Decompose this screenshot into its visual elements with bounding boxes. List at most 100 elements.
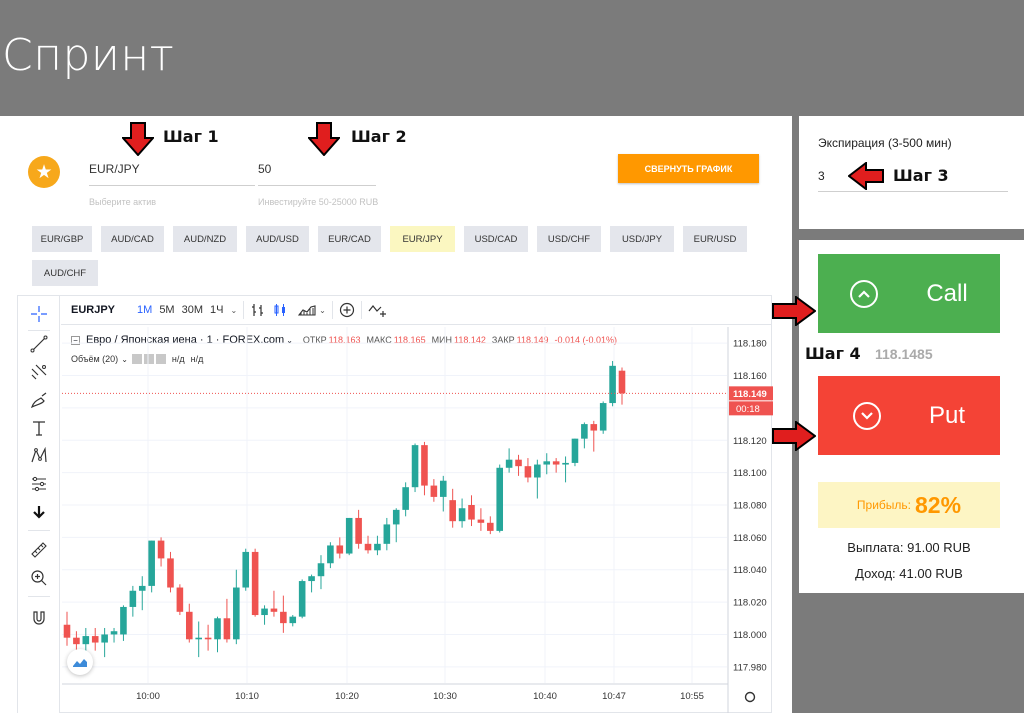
- candle-body[interactable]: [468, 505, 475, 520]
- income-text: Доход: 41.00 RUB: [855, 566, 963, 581]
- last-price-label: 118.149: [733, 389, 767, 400]
- candle-body[interactable]: [590, 424, 598, 431]
- candle-body[interactable]: [496, 467, 504, 531]
- candle-body[interactable]: [233, 587, 240, 640]
- candle-body[interactable]: [73, 637, 80, 645]
- candle-body[interactable]: [552, 461, 560, 465]
- x-tick-label: 10:55: [680, 691, 704, 702]
- candle-body[interactable]: [364, 543, 372, 551]
- candle-body[interactable]: [148, 540, 155, 586]
- candle-body[interactable]: [345, 517, 353, 554]
- candle-body[interactable]: [618, 370, 626, 394]
- candle-body[interactable]: [449, 500, 456, 522]
- candle-body[interactable]: [289, 616, 297, 624]
- candle-body[interactable]: [280, 611, 287, 624]
- candle-body[interactable]: [308, 576, 315, 582]
- candle-body[interactable]: [430, 485, 438, 497]
- candle-body[interactable]: [599, 403, 607, 431]
- candle-body[interactable]: [251, 551, 259, 616]
- x-tick-label: 10:40: [533, 691, 557, 702]
- y-tick-label: 118.160: [733, 371, 767, 382]
- candle-body[interactable]: [214, 618, 221, 640]
- candle-body[interactable]: [505, 459, 513, 468]
- candle-body[interactable]: [355, 517, 362, 544]
- candle-body[interactable]: [543, 461, 551, 465]
- candle-body[interactable]: [581, 424, 588, 439]
- candle-body[interactable]: [138, 585, 146, 591]
- price-chart[interactable]: 118.180118.160118.140118.120118.100118.0…: [0, 0, 1024, 713]
- candle-body[interactable]: [91, 636, 99, 643]
- y-tick-label: 118.000: [733, 630, 767, 641]
- candle-body[interactable]: [562, 462, 569, 465]
- candle-body[interactable]: [157, 540, 165, 559]
- candle-body[interactable]: [298, 581, 306, 617]
- candle-body[interactable]: [487, 522, 494, 531]
- candle-body[interactable]: [261, 608, 268, 616]
- put-button[interactable]: Put: [818, 376, 1000, 455]
- candle-body[interactable]: [383, 524, 391, 544]
- expiry-label: Экспирация (3-500 мин): [818, 136, 952, 150]
- y-tick-label: 118.080: [733, 501, 767, 512]
- y-tick-label: 117.980: [733, 662, 767, 673]
- candle-body[interactable]: [421, 445, 428, 486]
- candle-body[interactable]: [477, 519, 485, 523]
- tradingview-logo-icon[interactable]: [67, 649, 93, 675]
- candle-body[interactable]: [63, 624, 71, 638]
- call-label: Call: [926, 279, 968, 307]
- step4-label: Шаг 4: [805, 344, 861, 363]
- candle-body[interactable]: [439, 480, 447, 497]
- x-tick-label: 10:10: [235, 691, 259, 702]
- candle-body[interactable]: [129, 590, 137, 607]
- candle-body[interactable]: [609, 365, 616, 404]
- chevron-down-icon: [852, 401, 881, 430]
- step3-label: Шаг 3: [893, 166, 949, 185]
- x-tick-label: 10:47: [602, 691, 626, 702]
- profit-value: 82%: [915, 491, 962, 518]
- x-tick-label: 10:30: [433, 691, 457, 702]
- candle-body[interactable]: [185, 611, 193, 640]
- candle-body[interactable]: [534, 464, 541, 478]
- payout-text: Выплата: 91.00 RUB: [847, 540, 971, 555]
- candle-body[interactable]: [242, 551, 250, 588]
- candle-body[interactable]: [515, 459, 522, 467]
- expiry-value: 3: [818, 169, 825, 183]
- candle-body[interactable]: [120, 606, 127, 635]
- settings-icon[interactable]: [744, 691, 756, 703]
- candle-body[interactable]: [176, 587, 184, 612]
- profit-box: Прибыль: 82%: [818, 482, 1000, 528]
- profit-label: Прибыль:: [856, 498, 912, 512]
- candle-body[interactable]: [336, 545, 344, 554]
- y-tick-label: 118.040: [733, 565, 767, 576]
- arrow-right-icon: [772, 296, 816, 326]
- arrow-right-icon: [772, 421, 816, 451]
- candle-body[interactable]: [374, 543, 381, 551]
- current-price: 118.1485: [875, 346, 933, 362]
- candle-body[interactable]: [82, 636, 90, 645]
- put-label: Put: [928, 401, 966, 429]
- candle-body[interactable]: [411, 445, 419, 488]
- candle-body[interactable]: [101, 634, 108, 643]
- y-tick-label: 118.180: [733, 339, 767, 350]
- candle-body[interactable]: [327, 545, 334, 564]
- x-tick-label: 10:00: [136, 691, 160, 702]
- arrow-left-icon: [848, 162, 884, 190]
- candle-body[interactable]: [270, 608, 278, 612]
- y-tick-label: 118.060: [733, 533, 767, 544]
- candle-body[interactable]: [195, 637, 202, 640]
- chevron-up-icon: [850, 279, 879, 308]
- candle-body[interactable]: [458, 508, 466, 522]
- candle-body[interactable]: [317, 563, 325, 577]
- candle-body[interactable]: [524, 466, 532, 478]
- candle-body[interactable]: [402, 487, 409, 510]
- call-button[interactable]: Call: [818, 254, 1000, 333]
- candle-body[interactable]: [204, 637, 212, 640]
- candle-body[interactable]: [392, 509, 400, 525]
- y-tick-label: 118.100: [733, 468, 767, 479]
- candle-body[interactable]: [223, 618, 231, 640]
- candle-body[interactable]: [167, 558, 174, 588]
- y-tick-label: 118.020: [733, 598, 767, 609]
- candle-body[interactable]: [571, 438, 579, 463]
- x-tick-label: 10:20: [335, 691, 359, 702]
- y-tick-label: 118.120: [733, 436, 767, 447]
- candle-body[interactable]: [110, 631, 118, 635]
